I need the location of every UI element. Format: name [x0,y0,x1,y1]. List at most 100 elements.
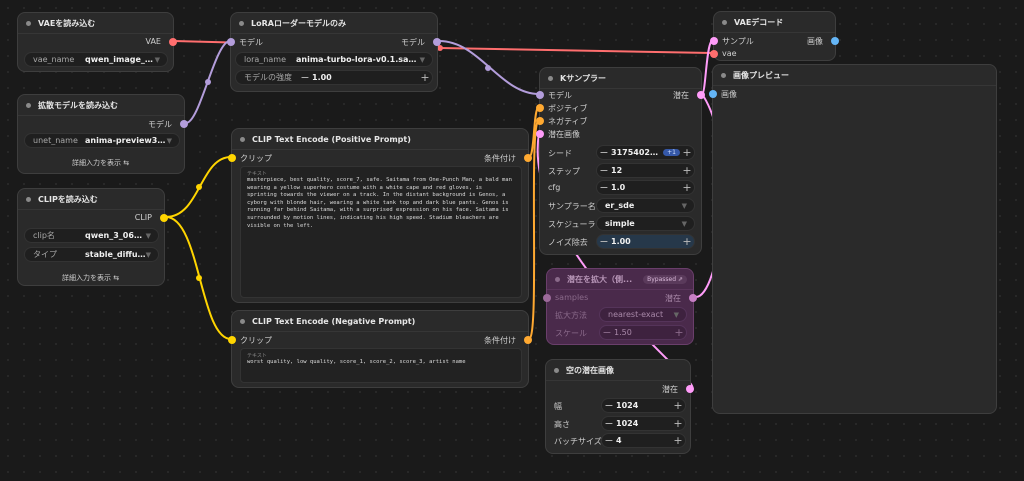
minus-icon[interactable]: − [597,181,611,194]
output-slot-latent[interactable] [697,91,705,99]
wire-negative-to-ksampler[interactable] [528,119,540,340]
minus-icon[interactable]: − [597,146,611,159]
lora-strength-number[interactable]: モデルの強度 − 1.00 + [235,70,433,85]
output-label-conditioning: 条件付け [484,336,516,345]
width-number[interactable]: − 1024 + [601,398,686,413]
minus-icon[interactable]: − [602,434,616,447]
bypassed-badge[interactable]: Bypassed ⇗ [643,274,687,284]
node-clip-loader[interactable]: CLIPを読み込む CLIP clip名 qwen_3_06b_... ▼ タイ… [17,188,168,286]
input-slot-vae[interactable] [710,50,718,58]
collapse-dot-icon[interactable] [555,276,560,282]
collapse-dot-icon[interactable] [554,367,559,373]
minus-icon[interactable]: − [597,235,611,248]
node-lora-loader[interactable]: LoRAローダーモデルのみ モデル モデル lora_name anima-tu… [227,12,441,92]
denoise-number[interactable]: − 1.00 + [596,234,695,249]
input-slot-clip[interactable] [228,336,236,344]
plus-icon[interactable]: + [671,399,685,412]
plus-icon[interactable]: + [680,181,694,194]
wire-midpoint-lora-ksampler[interactable] [485,65,491,71]
output-slot-latent[interactable] [689,294,697,302]
plus-icon[interactable]: + [672,326,686,339]
input-slot-latent[interactable] [536,130,544,138]
unet-name-select[interactable]: unet_name anima-preview3-ba... ▼ [24,133,180,148]
input-slot-clip[interactable] [228,154,236,162]
output-slot-conditioning[interactable] [524,154,532,162]
output-label-conditioning: 条件付け [484,154,516,163]
show-advanced-button[interactable]: 詳細入力を表示 ⇆ [72,158,129,168]
prompt-textarea[interactable]: テキスト worst quality, low quality, score_1… [240,348,522,383]
input-slot-model[interactable] [536,91,544,99]
output-slot-clip[interactable] [160,214,168,222]
node-positive-prompt[interactable]: CLIP Text Encode (Positive Prompt) クリップ … [228,128,532,303]
input-slot-samples[interactable] [710,37,718,45]
vae-name-select[interactable]: vae_name qwen_image_v... ▼ [24,52,168,67]
minus-icon[interactable]: − [600,326,614,339]
plus-icon[interactable]: + [418,71,432,84]
node-vae-decode[interactable]: VAEデコード サンプル vae 画像 [710,11,839,61]
wire-midpoint-clip-pos[interactable] [196,184,202,190]
height-number[interactable]: − 1024 + [601,416,686,431]
collapse-dot-icon[interactable] [722,19,727,25]
clip-type-select[interactable]: タイプ stable_diffusion ▼ [24,247,159,262]
clip-name-select[interactable]: clip名 qwen_3_06b_... ▼ [24,228,159,243]
node-latent-upscale-bypassed[interactable]: 潜在を拡大（側... Bypassed ⇗ samples 潜在 拡大方法 ne… [543,268,697,345]
sampler-select[interactable]: er_sde ▼ [596,198,695,213]
input-slot-image[interactable] [709,90,717,98]
input-slot-samples[interactable] [543,294,551,302]
wire-midpoint-unet-lora[interactable] [205,79,211,85]
scale-number[interactable]: − 1.50 + [599,325,687,340]
upscale-method-select[interactable]: nearest-exact ▼ [599,307,687,322]
seed-number[interactable]: − 31754028... +1 + [596,145,695,160]
node-unet-loader[interactable]: 拡散モデルを読み込む モデル unet_name anima-preview3-… [17,94,188,174]
steps-number[interactable]: − 12 + [596,163,695,178]
node-vae-loader[interactable]: VAEを読み込む VAE vae_name qwen_image_v... ▼ [17,12,177,72]
lora-name-select[interactable]: lora_name anima-turbo-lora-v0.1.safeten.… [235,52,433,67]
minus-icon[interactable]: − [602,399,616,412]
chevron-down-icon: ▼ [681,201,687,210]
input-slot-negative[interactable] [536,117,544,125]
cfg-number[interactable]: − 1.0 + [596,180,695,195]
show-advanced-button[interactable]: 詳細入力を表示 ⇆ [62,273,119,283]
upscale-method-label: 拡大方法 [555,311,587,320]
output-slot-vae[interactable] [169,38,177,46]
minus-icon[interactable]: − [298,71,312,84]
input-slot-positive[interactable] [536,104,544,112]
node-ksampler[interactable]: Kサンプラー モデル ポジティブ ネガティブ 潜在画像 潜在 シード − 317… [536,67,705,255]
node-preview-image[interactable]: 画像プレビュー 画像 [709,64,997,414]
batch-size-number[interactable]: − 4 + [601,433,686,448]
collapse-dot-icon[interactable] [721,72,726,78]
collapse-dot-icon[interactable] [26,20,31,26]
collapse-dot-icon[interactable] [239,20,244,26]
wire-unet-to-lora[interactable] [185,40,231,124]
wire-clip-to-negative[interactable] [165,216,232,340]
scheduler-select[interactable]: simple ▼ [596,216,695,231]
output-slot-image[interactable] [831,37,839,45]
node-title: LoRAローダーモデルのみ [251,18,346,28]
plus-icon[interactable]: + [680,235,694,248]
collapse-dot-icon[interactable] [26,196,31,202]
plus-icon[interactable]: + [671,434,685,447]
collapse-dot-icon[interactable] [240,318,245,324]
plus-icon[interactable]: + [680,146,694,159]
wire-lora-to-ksampler[interactable] [438,40,540,95]
minus-icon[interactable]: − [602,417,616,430]
input-slot-model[interactable] [227,38,235,46]
output-slot-model[interactable] [433,38,441,46]
seed-increment-badge[interactable]: +1 [663,149,680,156]
wire-midpoint-clip-neg[interactable] [196,275,202,281]
collapse-dot-icon[interactable] [26,102,31,108]
seed-label: シード [548,149,572,158]
node-empty-latent[interactable]: 空の潜在画像 潜在 幅 − 1024 + 高さ − 1024 + バッチサイズ … [545,359,694,454]
node-negative-prompt[interactable]: CLIP Text Encode (Negative Prompt) クリップ … [228,310,532,388]
collapse-dot-icon[interactable] [240,136,245,142]
collapse-dot-icon[interactable] [548,75,553,81]
output-slot-model[interactable] [180,120,188,128]
chevron-down-icon: ▼ [145,250,151,259]
minus-icon[interactable]: − [597,164,611,177]
plus-icon[interactable]: + [680,164,694,177]
output-slot-conditioning[interactable] [524,336,532,344]
plus-icon[interactable]: + [671,417,685,430]
output-slot-latent[interactable] [686,385,694,393]
prompt-textarea[interactable]: テキスト masterpiece, best quality, score_7,… [240,166,522,298]
input-label-model: モデル [548,91,572,100]
